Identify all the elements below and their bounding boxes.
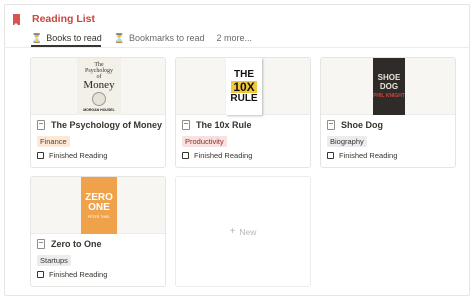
gallery-card[interactable]: ZERO ONE PETER THIEL Zero to One Startup… <box>30 176 166 287</box>
gallery-card[interactable]: The Psychology of Money MORGAN HOUSEL Th… <box>30 57 166 168</box>
page-icon <box>37 239 45 249</box>
cover-text: THE <box>234 68 254 80</box>
tab-label: Books to read <box>46 33 102 43</box>
database-title[interactable]: Reading List <box>32 13 95 25</box>
finished-checkbox[interactable] <box>37 152 44 159</box>
status-row: Finished Reading <box>37 270 107 279</box>
status-row: Finished Reading <box>327 151 397 160</box>
status-row: Finished Reading <box>37 151 107 160</box>
cover-text: Money <box>83 78 115 91</box>
tab-label: Bookmarks to read <box>128 33 205 43</box>
status-row: Finished Reading <box>182 151 252 160</box>
card-title-row: The 10x Rule <box>182 120 252 130</box>
category-tag: Startups <box>37 255 71 266</box>
cover-author: PETER THIEL <box>87 214 111 219</box>
card-title-row: Zero to One <box>37 239 102 249</box>
new-card-label: New <box>239 226 257 237</box>
finished-checkbox[interactable] <box>37 271 44 278</box>
card-title-row: The Psychology of Money <box>37 120 162 130</box>
tab-more[interactable]: 2 more... <box>217 30 253 46</box>
status-label: Finished Reading <box>49 270 108 279</box>
book-cover-shoe-dog: SHOE DOG PHIL KNIGHT <box>373 58 405 115</box>
card-cover: THE 10X RULE <box>176 58 310 115</box>
hourglass-icon: ⏳ <box>113 32 125 43</box>
page-icon <box>327 120 335 130</box>
cover-text: SHOE <box>377 73 401 82</box>
status-label: Finished Reading <box>339 151 398 160</box>
card-title-row: Shoe Dog <box>327 120 383 130</box>
card-title[interactable]: Zero to One <box>51 239 102 249</box>
cover-text: DOG <box>379 82 399 91</box>
card-title[interactable]: The Psychology of Money <box>51 120 162 130</box>
finished-checkbox[interactable] <box>182 152 189 159</box>
card-cover: SHOE DOG PHIL KNIGHT <box>321 58 455 115</box>
new-card-button[interactable]: + New <box>175 176 311 287</box>
status-label: Finished Reading <box>194 151 253 160</box>
bookmark-icon <box>13 13 20 26</box>
hourglass-icon: ⏳ <box>31 32 43 43</box>
cover-author: MORGAN HOUSEL <box>83 107 115 112</box>
page-icon <box>37 120 45 130</box>
cover-text: 10X <box>231 79 257 94</box>
category-tag: Finance <box>37 136 70 147</box>
tab-books-to-read[interactable]: ⏳ Books to read <box>31 30 102 46</box>
cover-text: ONE <box>88 201 110 213</box>
card-title[interactable]: The 10x Rule <box>196 120 252 130</box>
tabs-divider <box>4 47 470 48</box>
cover-author: PHIL KNIGHT <box>373 93 405 99</box>
status-label: Finished Reading <box>49 151 108 160</box>
book-cover-psychology-of-money: The Psychology of Money MORGAN HOUSEL <box>77 58 121 115</box>
book-cover-zero-to-one: ZERO ONE PETER THIEL <box>81 177 117 234</box>
database-header: Reading List <box>13 12 95 26</box>
plus-icon: + <box>229 226 236 237</box>
coin-illustration <box>92 91 106 106</box>
card-title[interactable]: Shoe Dog <box>341 120 383 130</box>
cover-text: ZERO <box>85 191 113 203</box>
category-tag: Productivity <box>182 136 227 147</box>
card-cover: ZERO ONE PETER THIEL <box>31 177 165 234</box>
tab-label: 2 more... <box>216 33 253 43</box>
gallery-card[interactable]: THE 10X RULE The 10x Rule Productivity F… <box>175 57 311 168</box>
finished-checkbox[interactable] <box>327 152 334 159</box>
view-tabs: ⏳ Books to read ⏳ Bookmarks to read 2 mo… <box>31 30 264 46</box>
card-cover: The Psychology of Money MORGAN HOUSEL <box>31 58 165 115</box>
category-tag: Biography <box>327 136 367 147</box>
tab-bookmarks-to-read[interactable]: ⏳ Bookmarks to read <box>114 30 205 46</box>
cover-text: RULE <box>230 92 258 104</box>
gallery-card[interactable]: SHOE DOG PHIL KNIGHT Shoe Dog Biography … <box>320 57 456 168</box>
page-icon <box>182 120 190 130</box>
book-cover-10x-rule: THE 10X RULE <box>226 58 262 115</box>
